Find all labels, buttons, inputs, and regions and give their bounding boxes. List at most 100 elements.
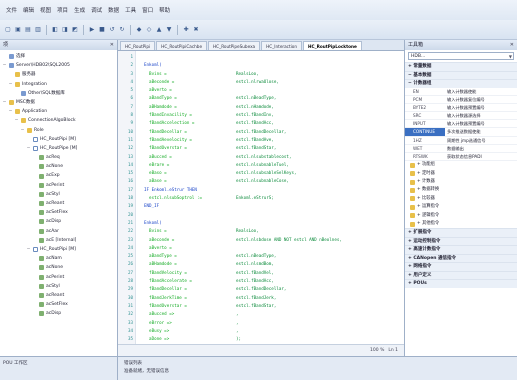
tree-item[interactable]: − ConnectionAlgoBlock <box>0 116 117 125</box>
toolbox-row[interactable]: PCM 输入计数器复位编号 <box>405 96 517 104</box>
tree-toggle-icon[interactable]: − <box>8 107 13 116</box>
toolbar-button-icon[interactable]: ▲ <box>155 26 163 34</box>
toolbox-folder[interactable]: + 比较器 <box>405 195 517 203</box>
toolbox-folder[interactable]: + 定时器 <box>405 170 517 178</box>
toolbox-row[interactable]: SRC 输入计数器源选择 <box>405 112 517 121</box>
toolbar-button-icon[interactable]: ◩ <box>71 26 79 34</box>
tree-item[interactable]: acSetFlex <box>0 300 117 309</box>
tree-item[interactable]: 选择 <box>0 52 117 61</box>
menu-item[interactable]: 项目 <box>57 6 68 14</box>
toolbox-section[interactable]: + POUs <box>405 279 517 288</box>
tree-item[interactable]: acDisp <box>0 309 117 318</box>
menu-item[interactable]: 数据 <box>108 6 119 14</box>
toolbar-button-icon[interactable]: ▤ <box>24 26 32 34</box>
toolbar-button-icon[interactable]: ↺ <box>108 26 116 34</box>
editor-tab[interactable]: HC_RoutPipi <box>120 41 156 50</box>
toolbar-button-icon[interactable]: ▢ <box>4 26 12 34</box>
toolbar-button-icon[interactable]: ▼ <box>165 26 173 34</box>
tree-item[interactable]: acAar <box>0 227 117 236</box>
tree-item[interactable]: acStyl <box>0 190 117 199</box>
toolbox-folder[interactable]: + 运算指令 <box>405 203 517 211</box>
tree-item[interactable]: acPerint <box>0 273 117 282</box>
tree-item[interactable]: acStyl <box>0 282 117 291</box>
tree-item[interactable]: acDisp <box>0 217 117 226</box>
toolbar-button-icon[interactable]: ■ <box>98 26 106 34</box>
toolbox-row[interactable]: EN 输入计数器使能 <box>405 88 517 96</box>
toolbox-section[interactable]: + 用户定义 <box>405 270 517 280</box>
toolbox-row[interactable]: BYTE2 输入计数器预置编号 <box>405 104 517 113</box>
tree-item[interactable]: acReant <box>0 199 117 208</box>
editor-tab[interactable]: HC_RoutPipiCachbe <box>156 41 208 50</box>
tree-toggle-icon[interactable]: − <box>8 80 13 89</box>
toolbar-button-icon[interactable]: ↻ <box>118 26 126 34</box>
menu-item[interactable]: 编辑 <box>23 6 34 14</box>
toolbar-button-icon[interactable]: ◨ <box>61 26 69 34</box>
tree-toggle-icon[interactable]: − <box>14 116 19 125</box>
toolbox-section[interactable]: + 高速计数指令 <box>405 245 517 254</box>
tree-item[interactable]: − Integration <box>0 80 117 89</box>
toolbox-section[interactable]: + 扩展指令 <box>405 228 517 237</box>
toolbox-section[interactable]: + 常量数据 <box>405 62 517 71</box>
toolbar-button-icon[interactable]: ▶ <box>88 26 96 34</box>
toolbox-folder[interactable]: + 计数器 <box>405 178 517 186</box>
toolbox-section[interactable]: + 运动控制指令 <box>405 236 517 246</box>
code-editor[interactable]: 1 2 Enkoml(3 Bvins = RealsLoo, 4 aBeconde = e… <box>118 51 404 344</box>
toolbox-row[interactable]: CONTINUE 多次推送数据使能 <box>405 128 517 137</box>
editor-tab[interactable]: HC_RoutPipeSubexa <box>208 41 261 50</box>
menu-item[interactable]: 文件 <box>6 6 17 14</box>
menu-item[interactable]: 窗口 <box>142 6 153 14</box>
toolbar-button-icon[interactable]: ▥ <box>34 26 42 34</box>
toolbox-section[interactable]: + CANopen 通信指令 <box>405 253 517 263</box>
tree-item[interactable]: − Role <box>0 126 117 135</box>
toolbar-button-icon[interactable]: ▣ <box>14 26 22 34</box>
tree-item[interactable]: − HC_RoutPipe [M] <box>0 144 117 153</box>
toolbox-row[interactable]: INPUT 输入计数器预置编号 <box>405 120 517 129</box>
tree-toggle-icon[interactable]: − <box>2 98 7 107</box>
toolbar-button-icon[interactable]: ◇ <box>145 26 153 34</box>
toolbox-row[interactable]: RTSWK 获取状态信息PADI <box>405 153 517 162</box>
tree-item[interactable]: acE [Internal] <box>0 236 117 245</box>
toolbox-folder[interactable]: + 数据转换 <box>405 186 517 194</box>
tree-item[interactable]: HC_RoutPipi [M] <box>0 135 117 144</box>
menu-item[interactable]: 生成 <box>74 6 85 14</box>
tree-item[interactable]: − Server\HDB02\SQL2005 <box>0 61 117 70</box>
tree-item[interactable]: − HC_RoutPipi [M] <box>0 245 117 254</box>
menu-item[interactable]: 调试 <box>91 6 102 14</box>
tree-toggle-icon[interactable]: − <box>26 144 31 153</box>
tree-toggle-icon[interactable]: − <box>2 61 7 70</box>
menu-item[interactable]: 帮助 <box>159 6 170 14</box>
tree-item[interactable]: 服务器 <box>0 70 117 79</box>
tree-item[interactable]: acNone <box>0 263 117 272</box>
menu-item[interactable]: 工具 <box>125 6 136 14</box>
toolbox-section[interactable]: − 基本数据 <box>405 70 517 79</box>
toolbox-folder[interactable]: + 逻辑指令 <box>405 212 517 220</box>
toolbox-row[interactable]: 1HZ 周期性 jmp选通信号 <box>405 137 517 145</box>
toolbar-button-icon[interactable]: ◆ <box>135 26 143 34</box>
tree-item[interactable]: − MSC数据 <box>0 98 117 107</box>
tree-item[interactable]: acReq <box>0 153 117 162</box>
menu-item[interactable]: 视图 <box>40 6 51 14</box>
editor-tab[interactable]: HC_RoutPipLocktone <box>303 41 362 50</box>
tree-item[interactable]: acExp <box>0 171 117 180</box>
toolbar-button-icon[interactable]: ✖ <box>192 26 200 34</box>
tree-item[interactable]: acNone <box>0 162 117 171</box>
tree-toggle-icon[interactable]: − <box>26 245 31 254</box>
toolbox-section[interactable]: − 计数器组 <box>405 79 517 88</box>
tree-item[interactable]: acSetFlex <box>0 208 117 217</box>
tree-item[interactable]: acPerint <box>0 181 117 190</box>
editor-tab[interactable]: HC_Interaction <box>261 41 303 50</box>
bottom-left-tab[interactable]: POU 工作区 <box>0 357 118 380</box>
tree-toggle-icon[interactable]: − <box>20 126 25 135</box>
toolbox-filter-select[interactable]: HDB... ▼ <box>408 52 514 60</box>
close-icon[interactable]: ✕ <box>510 40 514 50</box>
toolbox-folder[interactable]: + 功能组 <box>405 161 517 169</box>
toolbar-button-icon[interactable]: ✚ <box>182 26 190 34</box>
tree-item[interactable]: acNam <box>0 254 117 263</box>
tree-item[interactable]: − Application <box>0 107 117 116</box>
toolbar-button-icon[interactable]: ◧ <box>51 26 59 34</box>
close-icon[interactable]: ✕ <box>110 40 114 50</box>
toolbox-section[interactable]: + 网络指令 <box>405 262 517 271</box>
zoom-level[interactable]: 100 % <box>370 348 384 353</box>
toolbox-row[interactable]: WET 数据输出 <box>405 145 517 153</box>
tree-item[interactable]: acReant <box>0 291 117 300</box>
